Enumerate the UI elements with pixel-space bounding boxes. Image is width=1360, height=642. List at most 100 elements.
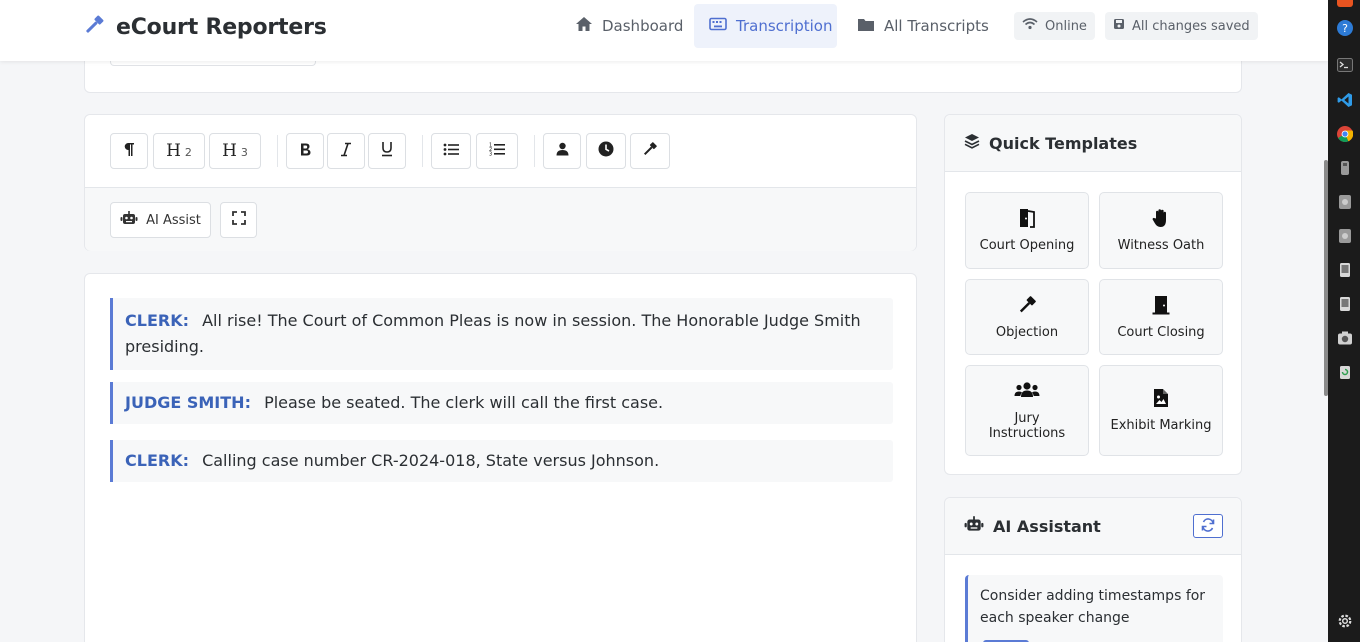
template-label: Exhibit Marking	[1110, 418, 1212, 433]
ai-suggestion: Consider adding timestamps for each spea…	[965, 575, 1223, 642]
door-closed-icon	[1151, 295, 1171, 319]
brand[interactable]: eCourt Reporters	[82, 13, 327, 41]
speaker-label: JUDGE SMITH:	[125, 393, 251, 412]
heading-2-button[interactable]: H 2	[153, 133, 205, 169]
assist-toolbar: AI Assist	[85, 188, 916, 251]
heading-3-level: 3	[240, 145, 248, 159]
online-status-badge: Online	[1014, 12, 1095, 40]
trash-icon[interactable]	[1337, 364, 1353, 380]
settings-icon[interactable]	[1337, 613, 1353, 629]
user-icon	[556, 142, 569, 160]
file-image-icon	[1153, 388, 1169, 412]
heading-2-level: 2	[184, 145, 192, 159]
italic-button[interactable]	[327, 133, 365, 169]
template-court-closing[interactable]: Court Closing	[1099, 279, 1223, 355]
nav-transcription-label: Transcription	[736, 17, 833, 35]
transcript-entry[interactable]: CLERK: Calling case number CR-2024-018, …	[110, 440, 893, 482]
ai-assistant-title: AI Assistant	[993, 516, 1101, 536]
list-ul-icon	[443, 143, 459, 160]
toolbar-divider	[277, 135, 278, 167]
door-open-icon	[1017, 208, 1037, 232]
nav-all-transcripts-label: All Transcripts	[884, 17, 989, 35]
list-ol-icon: 123	[489, 142, 505, 160]
nav-dashboard-label: Dashboard	[602, 17, 684, 35]
keyboard-icon	[709, 17, 727, 35]
italic-icon	[340, 142, 352, 161]
clock-icon	[598, 141, 614, 161]
terminal-icon[interactable]	[1337, 57, 1353, 73]
nav-all-transcripts[interactable]: All Transcripts	[842, 4, 1004, 48]
refresh-suggestions-button[interactable]	[1193, 514, 1223, 538]
users-icon	[1014, 381, 1040, 405]
entry-text: Please be seated. The clerk will call th…	[264, 393, 664, 412]
template-objection[interactable]: Objection	[965, 279, 1089, 355]
transcript-editor[interactable]: CLERK: All rise! The Court of Common Ple…	[84, 273, 917, 642]
heading-3-button[interactable]: H 3	[209, 133, 261, 169]
quick-templates-title: Quick Templates	[989, 133, 1138, 153]
template-witness-oath[interactable]: Witness Oath	[1099, 192, 1223, 269]
gavel-icon	[642, 141, 658, 161]
ai-assist-button[interactable]: AI Assist	[110, 202, 211, 238]
gavel-icon	[1017, 295, 1037, 319]
template-label: Court Opening	[979, 238, 1075, 253]
template-label: Witness Oath	[1117, 238, 1205, 253]
bullet-list-button[interactable]	[431, 133, 471, 169]
device-icon[interactable]	[1337, 262, 1353, 278]
expand-icon	[231, 211, 246, 229]
insert-ruling-button[interactable]	[630, 133, 670, 169]
heading-3-letter: H	[222, 141, 237, 161]
online-status-text: Online	[1045, 18, 1087, 34]
numbered-list-button[interactable]: 123	[476, 133, 518, 169]
brand-title: eCourt Reporters	[116, 14, 327, 40]
speaker-label: CLERK:	[125, 451, 189, 470]
template-label: Jury Instructions	[988, 410, 1066, 441]
ai-suggestion-text: Consider adding timestamps for each spea…	[980, 588, 1206, 626]
robot-icon	[964, 516, 984, 536]
usb-drive-icon[interactable]	[1337, 160, 1353, 176]
home-icon	[575, 16, 593, 36]
refresh-icon	[1201, 517, 1215, 536]
template-court-opening[interactable]: Court Opening	[965, 192, 1089, 269]
system-dock: ?	[1328, 0, 1360, 642]
template-exhibit-marking[interactable]: Exhibit Marking	[1099, 365, 1223, 456]
save-status-badge: All changes saved	[1105, 12, 1258, 40]
nav-dashboard[interactable]: Dashboard	[560, 4, 698, 48]
bold-icon	[299, 142, 312, 161]
formatting-toolbar: H 2 H 3 1 2 3	[85, 115, 916, 188]
layers-icon	[964, 133, 980, 153]
folder-icon	[857, 17, 875, 36]
bold-button[interactable]	[286, 133, 324, 169]
chrome-icon[interactable]	[1337, 126, 1354, 142]
fullscreen-button[interactable]	[220, 202, 257, 238]
entry-text: All rise! The Court of Common Pleas is n…	[125, 311, 861, 356]
wifi-icon	[1022, 18, 1038, 34]
vscode-icon[interactable]	[1337, 92, 1353, 108]
underline-icon	[380, 141, 394, 161]
insert-timestamp-button[interactable]	[586, 133, 626, 169]
underline-button[interactable]	[368, 133, 406, 169]
insert-speaker-button[interactable]	[543, 133, 581, 169]
transcript-entry[interactable]: CLERK: All rise! The Court of Common Ple…	[110, 298, 893, 370]
device-icon[interactable]	[1337, 296, 1353, 312]
quick-templates-header: Quick Templates	[945, 115, 1241, 172]
ai-assist-label: AI Assist	[146, 212, 201, 228]
disk-icon[interactable]	[1337, 194, 1353, 210]
gavel-logo-icon	[82, 13, 106, 41]
editor-toolbar: H 2 H 3 1 2 3 AI Assist	[84, 114, 917, 251]
top-navbar: eCourt Reporters Dashboard Transcription…	[0, 0, 1328, 61]
speaker-label: CLERK:	[125, 311, 189, 330]
template-jury-instructions[interactable]: Jury Instructions	[965, 365, 1089, 456]
template-label: Court Closing	[1117, 324, 1205, 340]
transcript-entry[interactable]: JUDGE SMITH: Please be seated. The clerk…	[110, 382, 893, 424]
robot-icon	[120, 211, 138, 229]
svg-text:?: ?	[1342, 22, 1348, 35]
paragraph-button[interactable]	[110, 133, 148, 169]
ai-assistant-panel: AI Assistant Consider adding timestamps …	[944, 497, 1242, 642]
help-icon[interactable]: ?	[1337, 20, 1353, 36]
entry-text: Calling case number CR-2024-018, State v…	[202, 451, 660, 470]
camera-icon[interactable]	[1337, 330, 1353, 346]
nav-transcription[interactable]: Transcription	[694, 4, 837, 48]
app-icon[interactable]	[1337, 0, 1353, 8]
disk-icon[interactable]	[1337, 228, 1353, 244]
toolbar-divider	[422, 135, 423, 167]
